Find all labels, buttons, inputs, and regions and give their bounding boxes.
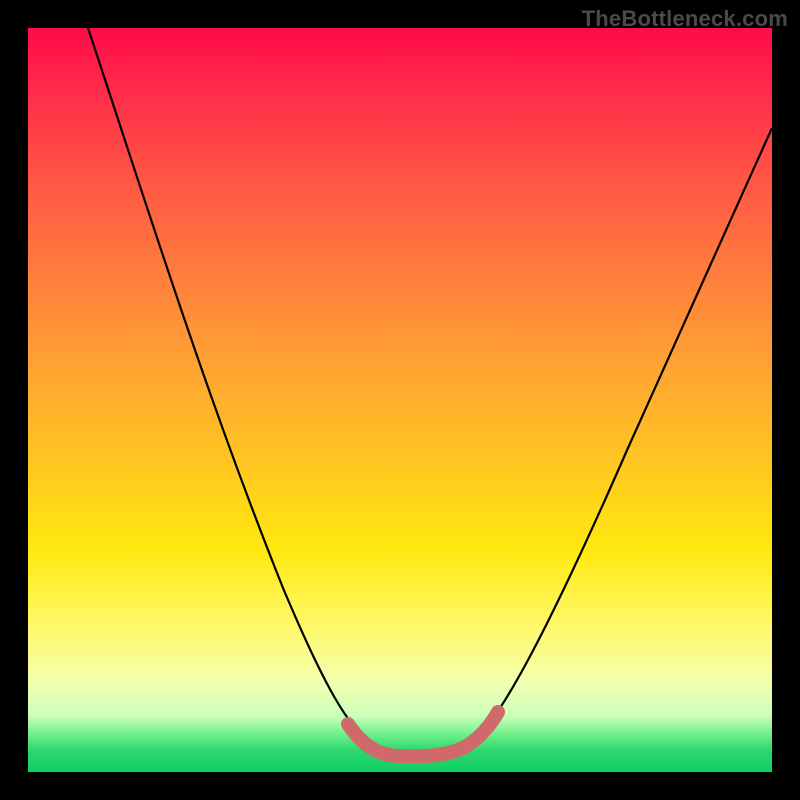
trough-highlight <box>348 712 498 756</box>
chart-curve <box>28 28 772 772</box>
bottleneck-curve-path <box>88 28 772 753</box>
chart-plot-area <box>28 28 772 772</box>
watermark-text: TheBottleneck.com <box>582 6 788 32</box>
chart-frame: TheBottleneck.com <box>0 0 800 800</box>
